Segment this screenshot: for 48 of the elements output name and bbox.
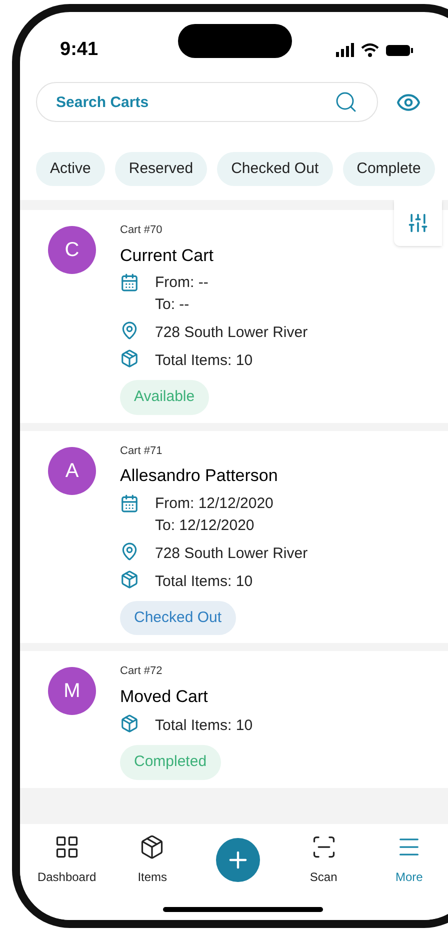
cart-card[interactable]: C Cart #70 Current Cart From: -- To: -- 728 South Lower River Total Items: 10 Available (20, 210, 448, 422)
cart-card[interactable]: M Cart #72 Moved Cart Total Items: 10 Completed (20, 651, 448, 788)
search-icon (334, 90, 358, 114)
cart-card[interactable]: A Cart #71 Allesandro Patterson From: 12/12/2020 To: 12/12/2020 728 South Lower River Total Items: 10 Checked Out (20, 430, 448, 643)
total-items: Total Items: 10 (155, 716, 253, 736)
status-badge: Checked Out (120, 600, 236, 635)
to-date: To: 12/12/2020 (155, 516, 256, 536)
filter-chip[interactable]: Complete (342, 152, 435, 186)
total-items: Total Items: 10 (155, 572, 253, 592)
box-icon (139, 834, 166, 860)
to-date: To: -- (155, 295, 190, 315)
status-time: 9:41 (60, 38, 98, 62)
cart-number: Cart #70 (120, 223, 164, 238)
nav-tab[interactable]: Scan (280, 834, 366, 886)
avatar: C (48, 226, 96, 274)
filter-chip[interactable]: Active (36, 152, 105, 186)
cart-name: Current Cart (120, 244, 215, 266)
status-badge: Completed (120, 745, 221, 780)
avatar: A (48, 446, 96, 494)
add-button[interactable] (216, 838, 260, 882)
from-date: From: 12/12/2020 (155, 494, 274, 514)
avatar: M (48, 667, 96, 715)
address: 728 South Lower River (155, 544, 308, 564)
sliders-icon (407, 212, 429, 234)
calendar-icon (120, 494, 139, 512)
address: 728 South Lower River (155, 323, 308, 343)
nav-tab[interactable]: Dashboard (24, 834, 110, 886)
filter-button[interactable] (394, 200, 442, 246)
box-icon (120, 714, 139, 733)
cart-number: Cart #72 (120, 664, 164, 679)
cart-name: Allesandro Patterson (120, 465, 279, 487)
location-pin-icon (120, 321, 139, 340)
filter-chip[interactable]: Checked Out (217, 152, 333, 186)
status-badge: Available (120, 380, 209, 414)
cart-number: Cart #71 (120, 444, 164, 458)
box-icon (120, 349, 139, 368)
from-date: From: -- (155, 273, 208, 293)
cart-name: Moved Cart (120, 686, 209, 708)
grid-icon (54, 834, 80, 860)
filter-chip[interactable]: Reserved (114, 152, 208, 186)
total-items: Total Items: 10 (155, 351, 253, 371)
calendar-icon (120, 273, 139, 292)
nav-tab[interactable]: More (366, 834, 448, 886)
box-icon (120, 570, 139, 588)
nav-tab[interactable]: Items (110, 834, 196, 886)
scan-icon (310, 834, 337, 860)
location-pin-icon (120, 542, 139, 560)
search-field[interactable]: Search Carts (36, 82, 378, 122)
